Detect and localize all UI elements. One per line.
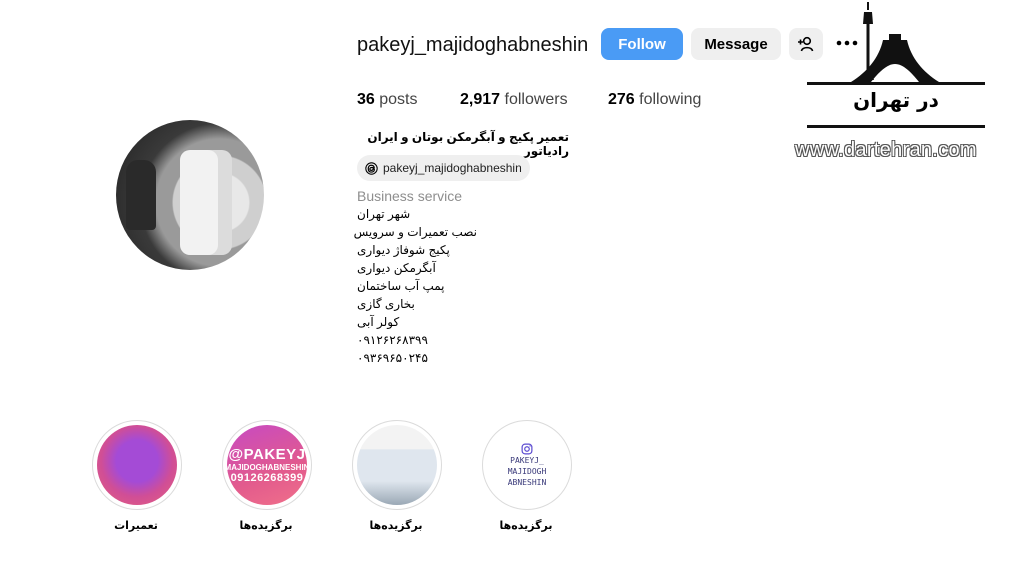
followers-link[interactable]: 2,917 followers (460, 91, 568, 109)
tehran-skyline-icon (851, 2, 939, 82)
bio-line: کولر آبی (357, 315, 400, 329)
threads-icon (365, 161, 378, 175)
bio-line: بخاری گازی (357, 297, 415, 311)
following-label: following (639, 91, 702, 108)
profile-bio: شهر تهران نصب تعمیرات و سرویس پکیج شوفاژ… (353, 207, 477, 369)
highlight-cover-text: PAKEYJ_ (510, 455, 544, 465)
profile-full-name: تعمیر پکیج و آبگرمکن بوتان و ایران رادیا… (367, 130, 569, 158)
follow-button[interactable]: Follow (601, 28, 683, 60)
highlight-cover (97, 425, 177, 505)
instagram-icon (521, 443, 533, 454)
bio-line: پمپ آب ساختمان (357, 279, 445, 293)
highlight-label: برگزیده‌ها (499, 520, 553, 532)
highlight-cover-phone: 09126268399 (230, 472, 304, 484)
highlight-label: تعمیرات (114, 520, 158, 532)
bio-phone: ۰۹۱۲۶۲۶۸۳۹۹ (357, 333, 428, 347)
bio-line: آبگرمکن دیواری (357, 261, 436, 275)
bio-phone: ۰۹۳۶۹۶۵۰۲۴۵ (357, 351, 428, 365)
posts-label: posts (379, 91, 418, 108)
highlight-label: برگزیده‌ها (369, 520, 423, 532)
profile-category: Business service (357, 188, 463, 204)
threads-handle: pakeyj_majidoghabneshin (383, 161, 522, 175)
highlight-cover-text: ABNESHIN (507, 477, 547, 487)
highlight-cover: @PAKEYJ MAJIDOGHABNESHIN 09126268399 (227, 425, 307, 505)
dartehran-logo: در تهران (807, 2, 989, 130)
profile-avatar[interactable] (116, 120, 264, 270)
posts-count: 36 posts (357, 91, 418, 109)
bio-line: نصب تعمیرات و سرویس (353, 225, 477, 239)
threads-link[interactable]: pakeyj_majidoghabneshin (357, 155, 530, 181)
highlight-featured-3[interactable]: PAKEYJ_ MAJIDOGH ABNESHIN (482, 420, 572, 510)
bio-line: پکیج شوفاژ دیواری (357, 243, 450, 257)
highlight-cover (357, 425, 437, 505)
message-button[interactable]: Message (691, 28, 781, 60)
followers-label: followers (504, 91, 568, 108)
highlight-featured-1[interactable]: @PAKEYJ MAJIDOGHABNESHIN 09126268399 (222, 420, 312, 510)
following-number: 276 (608, 91, 635, 108)
highlight-cover-text: @PAKEYJ (228, 446, 306, 463)
posts-number: 36 (357, 91, 375, 108)
highlight-label: برگزیده‌ها (239, 520, 293, 532)
bio-line: شهر تهران (357, 207, 411, 221)
profile-username: pakeyj_majidoghabneshin (357, 34, 589, 56)
followers-number: 2,917 (460, 91, 501, 108)
highlight-cover-subtext: MAJIDOGHABNESHIN (227, 463, 307, 472)
logo-text: در تهران (853, 88, 939, 112)
highlight-featured-2[interactable] (352, 420, 442, 510)
avatar-boiler-shape (180, 150, 218, 255)
following-link[interactable]: 276 following (608, 91, 701, 109)
watermark-site-url: www.dartehran.com (795, 139, 977, 161)
highlight-cover: PAKEYJ_ MAJIDOGH ABNESHIN (487, 425, 567, 505)
highlight-cover-text: MAJIDOGH (507, 466, 547, 476)
highlight-repairs[interactable] (92, 420, 182, 510)
avatar-person-shape (126, 160, 156, 230)
